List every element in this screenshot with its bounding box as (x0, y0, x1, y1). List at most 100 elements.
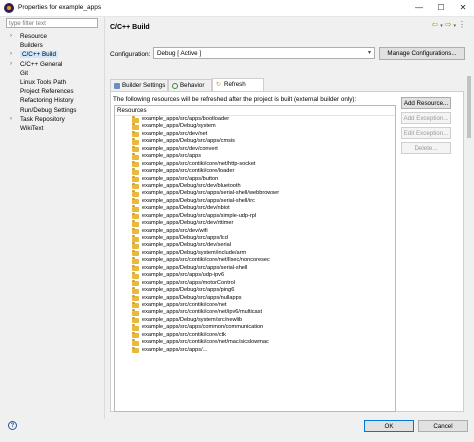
list-item[interactable]: example_apps/Debug/src/dev/nbiot (115, 205, 395, 212)
list-item[interactable]: example_apps/src/apps/button (115, 175, 395, 183)
sidebar-item[interactable]: Git (6, 69, 102, 78)
folder-icon (132, 220, 139, 227)
sidebar-item[interactable]: Project References (6, 87, 102, 96)
resource-path: example_apps/src/apps/... (142, 346, 208, 353)
manage-configurations-button[interactable]: Manage Configurations... (379, 47, 465, 60)
resource-path: example_apps/src/contiki/core/net/mac/si… (142, 339, 269, 346)
sidebar-item-label: Project References (20, 88, 74, 96)
tab-behavior[interactable]: Behavior (168, 79, 212, 91)
resource-path: example_apps/Debug/src/apps/cmsis (142, 138, 235, 145)
back-arrow-icon[interactable]: ⇦ (432, 20, 441, 29)
list-item[interactable]: example_apps/Debug/src/apps/serial-shell… (115, 190, 395, 197)
scrollbar-thumb[interactable] (467, 76, 471, 138)
view-menu-icon[interactable]: ⋮ (458, 20, 468, 29)
list-item[interactable]: example_apps/src/apps/bootloader (115, 116, 395, 123)
list-item[interactable]: example_apps/src/apps/common/communicati… (115, 324, 395, 331)
sidebar-item[interactable]: WikiText (6, 124, 102, 133)
list-item[interactable]: example_apps/Debug/src/apps/ping6 (115, 287, 395, 294)
list-item[interactable]: example_apps/Debug/system (115, 123, 395, 130)
scrollbar[interactable] (466, 38, 472, 412)
resource-path: example_apps/src/contiki/core/net (142, 301, 227, 308)
sidebar-item-label: C/C++ General (20, 60, 63, 68)
sidebar-item[interactable]: › Task Repository (6, 115, 102, 124)
folder-icon (132, 264, 139, 272)
list-item[interactable]: example_apps/src/contiki/core/net/http-s… (115, 160, 395, 168)
list-item[interactable]: example_apps/Debug/src/apps/nullapps (115, 294, 395, 302)
list-item[interactable]: example_apps/Debug/src/dev/rttimer (115, 220, 395, 227)
folder-icon (132, 116, 139, 123)
cancel-button[interactable]: Cancel (418, 420, 468, 432)
list-item[interactable]: example_apps/src/dev/net (115, 130, 395, 138)
list-item[interactable]: example_apps/Debug/system/include/arm (115, 249, 395, 257)
list-item[interactable]: example_apps/src/contiki/core/net/llsec/… (115, 257, 395, 264)
resource-path: example_apps/src/apps/udp-ipv6 (142, 272, 225, 279)
chevron-right-icon[interactable]: › (10, 50, 12, 59)
resource-path: example_apps/Debug/src/apps/serial-shell (142, 264, 248, 271)
tab-label: Builder Settings (122, 82, 166, 89)
folder-icon (132, 227, 139, 235)
list-item[interactable]: example_apps/src/dev/convert (115, 145, 395, 153)
sidebar-item[interactable]: Run/Debug Settings (6, 106, 102, 115)
window-title: Properties for example_apps (18, 4, 102, 11)
sash-divider[interactable] (104, 17, 105, 419)
list-item[interactable]: example_apps/Debug/src/dev/serial (115, 242, 395, 249)
folder-icon (132, 257, 139, 264)
resource-path: example_apps/src/contiki/core/ctk (142, 331, 226, 338)
sidebar-item-label: WikiText (20, 124, 44, 132)
sidebar-item[interactable]: › Resource (6, 32, 102, 41)
resource-path: example_apps/src/apps/bootloader (142, 116, 230, 122)
tab-label: Behavior (180, 82, 205, 89)
list-item[interactable]: example_apps/Debug/src/apps/lcd (115, 235, 395, 242)
folder-icon (132, 249, 139, 257)
list-item[interactable]: example_apps/src/contiki/core/net (115, 301, 395, 309)
delete-button[interactable]: Delete... (401, 142, 451, 154)
list-item[interactable]: example_apps/src/apps/... (115, 346, 395, 354)
close-button[interactable]: ✕ (454, 2, 472, 14)
tab-builder-settings[interactable]: Builder Settings (110, 79, 168, 91)
sidebar-item[interactable]: Builders (6, 41, 102, 50)
list-item[interactable]: example_apps/Debug/src/dev/bluetooth (115, 182, 395, 190)
chevron-right-icon[interactable]: › (10, 32, 12, 41)
list-item[interactable]: example_apps/src/apps/udp-ipv6 (115, 272, 395, 279)
resource-path: example_apps/src/dev/wifi (142, 227, 208, 234)
folder-icon (132, 153, 139, 160)
eclipse-icon (4, 3, 14, 13)
ok-button[interactable]: OK (364, 420, 414, 432)
edit-exception-button[interactable]: Edit Exception... (401, 127, 451, 139)
sidebar-item[interactable]: Refactoring History (6, 96, 102, 105)
list-item[interactable]: example_apps/Debug/system/src/newlib (115, 316, 395, 324)
filter-input[interactable]: type filter text (6, 18, 98, 28)
resource-path: example_apps/Debug/src/apps/ping6 (142, 287, 235, 294)
folder-icon (132, 294, 139, 301)
resource-path: example_apps/Debug/src/apps/simple-udp-r… (142, 212, 257, 219)
list-item[interactable]: example_apps/src/apps (115, 153, 395, 160)
folder-icon (132, 346, 139, 354)
list-item[interactable]: example_apps/src/contiki/core/net/mac/si… (115, 339, 395, 346)
refresh-icon: ↻ (216, 82, 222, 88)
help-icon[interactable]: ? (8, 421, 17, 430)
list-item[interactable]: example_apps/src/contiki/core/ctk (115, 331, 395, 339)
list-item[interactable]: example_apps/Debug/src/apps/cmsis (115, 138, 395, 145)
add-exception-button[interactable]: Add Exception... (401, 112, 451, 124)
list-item[interactable]: example_apps/src/contiki/core/loader (115, 168, 395, 175)
resources-header: Resources (115, 106, 395, 116)
tab-refresh-policy[interactable]: ↻ Refresh Policy (212, 78, 264, 100)
list-item[interactable]: example_apps/Debug/src/apps/serial-shell… (115, 197, 395, 205)
sidebar-item[interactable]: › C/C++ General (6, 60, 102, 69)
chevron-right-icon[interactable]: › (10, 60, 12, 69)
folder-icon (132, 197, 139, 205)
minimize-button[interactable]: — (410, 2, 428, 14)
list-item[interactable]: example_apps/src/contiki/core/net/ipv6/m… (115, 309, 395, 316)
maximize-button[interactable]: ☐ (432, 2, 450, 14)
list-item[interactable]: example_apps/Debug/src/apps/simple-udp-r… (115, 212, 395, 220)
list-item[interactable]: example_apps/src/dev/wifi (115, 227, 395, 235)
sidebar-item[interactable]: Linux Tools Path (6, 78, 102, 87)
list-item[interactable]: example_apps/Debug/src/apps/serial-shell (115, 264, 395, 272)
list-item[interactable]: example_apps/src/apps/motorControl (115, 279, 395, 287)
add-resource-button[interactable]: Add Resource... (401, 97, 451, 109)
chevron-right-icon[interactable]: › (10, 115, 12, 124)
resource-path: example_apps/src/apps/common/communicati… (142, 324, 264, 331)
sidebar-item[interactable]: › C/C++ Build (6, 50, 102, 59)
configuration-select[interactable]: Debug [ Active ] ▾ (153, 47, 375, 59)
resources-list[interactable]: Resources example_apps/src/apps/bootload… (114, 105, 396, 412)
